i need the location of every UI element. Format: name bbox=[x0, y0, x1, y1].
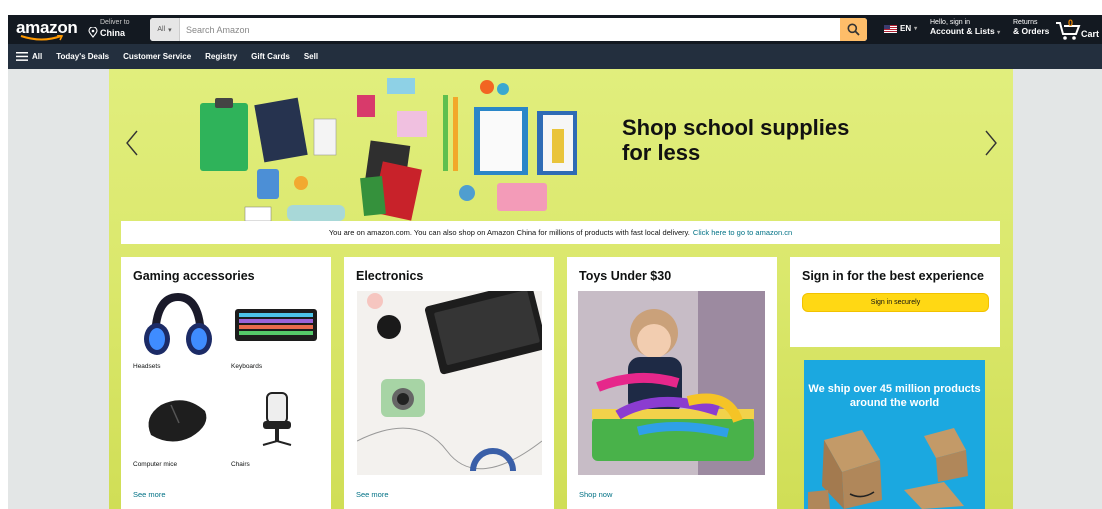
cart-button[interactable]: 0 Cart bbox=[1055, 18, 1102, 42]
search-category-label: All bbox=[157, 26, 166, 33]
card-title: Toys Under $30 bbox=[579, 269, 672, 283]
computer-mouse-image[interactable] bbox=[141, 393, 213, 447]
account-greeting: Hello, sign in bbox=[930, 19, 971, 26]
headset-image[interactable] bbox=[135, 291, 221, 359]
card-gaming-accessories: Gaming accessories Headsets Keyboards Co… bbox=[121, 257, 331, 509]
card-sign-in: Sign in for the best experience Sign in … bbox=[790, 257, 1000, 347]
card-title: Gaming accessories bbox=[133, 269, 255, 283]
nav-link-registry[interactable]: Registry bbox=[205, 52, 237, 61]
language-selector[interactable]: EN ▾ bbox=[884, 24, 917, 33]
account-lists-menu[interactable]: Hello, sign in Account & Lists ▾ bbox=[930, 19, 1000, 36]
search-button[interactable] bbox=[840, 18, 867, 41]
amazon-home-page: amazon Deliver to China All ▾ Search Ama… bbox=[8, 15, 1102, 509]
chevron-right-icon[interactable] bbox=[984, 129, 998, 157]
card-title: Electronics bbox=[356, 269, 424, 283]
sign-in-securely-button[interactable]: Sign in securely bbox=[802, 293, 989, 312]
toys-image[interactable] bbox=[578, 291, 765, 475]
shipping-boxes-image bbox=[808, 428, 968, 509]
electronics-image[interactable] bbox=[357, 291, 542, 475]
search-category-dropdown[interactable]: All ▾ bbox=[150, 18, 180, 41]
card-title: Sign in for the best experience bbox=[802, 269, 984, 283]
amazon-cn-link[interactable]: Click here to go to amazon.cn bbox=[693, 228, 792, 237]
keyboard-image[interactable] bbox=[233, 301, 319, 351]
caret-down-icon: ▾ bbox=[168, 26, 172, 34]
deliver-country: China bbox=[100, 28, 126, 38]
language-label: EN bbox=[900, 24, 912, 33]
nav-link-gift-cards[interactable]: Gift Cards bbox=[251, 52, 290, 61]
cart-label: Cart bbox=[1081, 29, 1100, 39]
toys-shop-now-link[interactable]: Shop now bbox=[579, 490, 612, 499]
caret-down-icon: ▾ bbox=[914, 26, 918, 32]
nav-link-todays-deals[interactable]: Today's Deals bbox=[56, 52, 109, 61]
all-menu-button[interactable]: All bbox=[16, 52, 42, 61]
notice-text: You are on amazon.com. You can also shop… bbox=[328, 228, 690, 237]
smile-arrow-icon bbox=[20, 35, 64, 41]
card-electronics: Electronics See more bbox=[344, 257, 554, 509]
worldwide-shipping-ad[interactable]: We ship over 45 million products around … bbox=[804, 360, 985, 509]
returns-orders-link[interactable]: Returns & Orders bbox=[1013, 19, 1049, 36]
location-pin-icon bbox=[88, 27, 98, 38]
ship-ad-text: We ship over 45 million products around … bbox=[808, 383, 981, 409]
search-icon bbox=[847, 23, 860, 36]
secondary-nav-bar: All Today's Deals Customer Service Regis… bbox=[8, 44, 1102, 69]
all-menu-label: All bbox=[32, 52, 43, 61]
account-label: Account & Lists ▾ bbox=[930, 26, 1001, 36]
nav-link-customer-service[interactable]: Customer Service bbox=[123, 52, 191, 61]
us-flag-icon bbox=[884, 24, 897, 33]
card-toys-under-30: Toys Under $30 Shop now bbox=[567, 257, 777, 509]
chevron-left-icon[interactable] bbox=[125, 129, 139, 157]
hamburger-menu-icon bbox=[16, 52, 28, 61]
deliver-label: Deliver to bbox=[100, 19, 130, 26]
top-nav-bar: amazon Deliver to China All ▾ Search Ama… bbox=[8, 15, 1102, 44]
hero-title: Shop school supplies for less bbox=[622, 115, 850, 165]
nav-link-sell[interactable]: Sell bbox=[304, 52, 318, 61]
amazon-china-notice: You are on amazon.com. You can also shop… bbox=[121, 221, 1000, 244]
returns-label: Returns bbox=[1013, 19, 1038, 26]
computer-mice-label[interactable]: Computer mice bbox=[133, 461, 177, 468]
school-supplies-image bbox=[200, 78, 577, 222]
gaming-see-more-link[interactable]: See more bbox=[133, 490, 166, 499]
gaming-chair-image[interactable] bbox=[257, 391, 297, 449]
headsets-label[interactable]: Headsets bbox=[133, 363, 160, 370]
search-bar: All ▾ bbox=[150, 18, 867, 41]
keyboards-label[interactable]: Keyboards bbox=[231, 363, 262, 370]
cart-count: 0 bbox=[1068, 18, 1074, 28]
search-input[interactable] bbox=[180, 18, 840, 41]
electronics-see-more-link[interactable]: See more bbox=[356, 490, 389, 499]
amazon-logo[interactable]: amazon bbox=[16, 18, 78, 41]
orders-label: & Orders bbox=[1013, 26, 1050, 36]
caret-down-icon: ▾ bbox=[997, 30, 1001, 36]
chairs-label[interactable]: Chairs bbox=[231, 461, 250, 468]
